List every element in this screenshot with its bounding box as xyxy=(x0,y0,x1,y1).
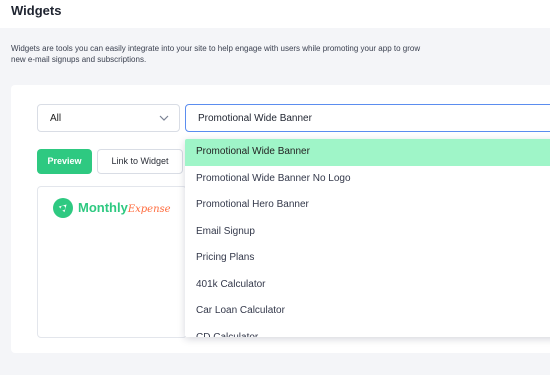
widget-preview: MonthlyExpense xyxy=(37,186,187,338)
dropdown-option[interactable]: 401k Calculator xyxy=(185,272,550,299)
page-title: Widgets xyxy=(11,3,62,18)
brand-logo-accent: Expense xyxy=(127,204,171,215)
widget-select[interactable]: Promotional Wide Banner xyxy=(185,104,550,132)
widget-dropdown-menu: Promotional Wide Banner Promotional Wide… xyxy=(185,139,550,337)
dropdown-option[interactable]: Email Signup xyxy=(185,219,550,246)
category-select[interactable]: All xyxy=(37,104,180,132)
category-select-value: All xyxy=(50,113,62,124)
dollar-leaf-icon xyxy=(53,198,73,218)
dropdown-option[interactable]: CD Calculator xyxy=(185,325,550,338)
brand-logo: MonthlyExpense xyxy=(78,200,171,215)
page-header: Widgets xyxy=(0,0,550,28)
dropdown-option[interactable]: Car Loan Calculator xyxy=(185,298,550,325)
dropdown-option[interactable]: Promotional Wide Banner No Logo xyxy=(185,166,550,193)
chevron-down-icon xyxy=(159,115,169,121)
dropdown-option[interactable]: Promotional Wide Banner xyxy=(185,139,550,166)
page-description: Widgets are tools you can easily integra… xyxy=(11,44,421,64)
dropdown-option[interactable]: Pricing Plans xyxy=(185,245,550,272)
link-to-widget-button[interactable]: Link to Widget xyxy=(97,149,183,174)
dropdown-option[interactable]: Promotional Hero Banner xyxy=(185,192,550,219)
preview-button[interactable]: Preview xyxy=(37,149,92,174)
widget-select-value: Promotional Wide Banner xyxy=(198,113,312,124)
brand-logo-main: Monthly xyxy=(78,200,128,215)
